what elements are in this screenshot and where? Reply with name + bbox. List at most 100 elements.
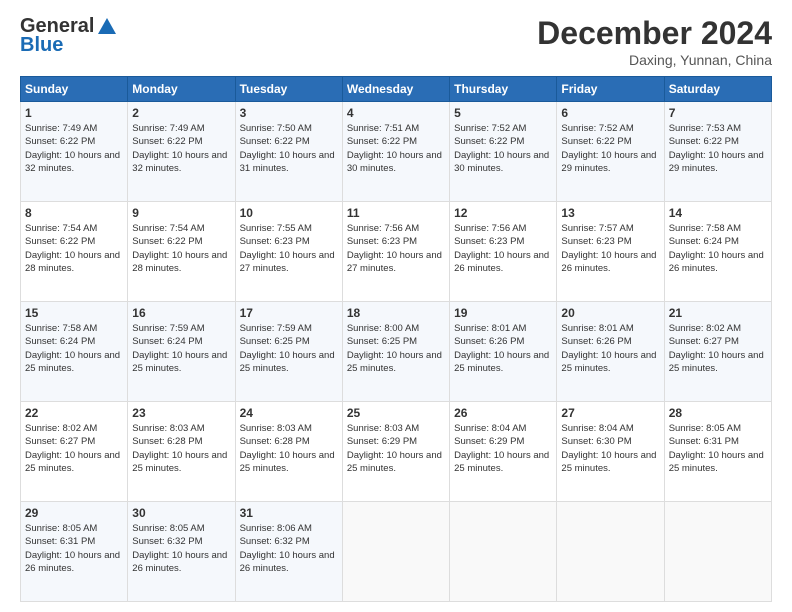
day-number: 12 (454, 206, 552, 220)
day-13: 13Sunrise: 7:57 AMSunset: 6:23 PMDayligh… (557, 202, 664, 302)
day-info: Sunrise: 7:56 AMSunset: 6:23 PMDaylight:… (454, 222, 552, 275)
day-info: Sunrise: 8:04 AMSunset: 6:29 PMDaylight:… (454, 422, 552, 475)
day-info: Sunrise: 7:52 AMSunset: 6:22 PMDaylight:… (454, 122, 552, 175)
day-number: 8 (25, 206, 123, 220)
day-8: 8 Sunrise: 7:54 AMSunset: 6:22 PMDaylight… (21, 202, 128, 302)
day-number: 3 (240, 106, 338, 120)
day-number: 6 (561, 106, 659, 120)
day-info: Sunrise: 8:05 AMSunset: 6:31 PMDaylight:… (25, 522, 123, 575)
day-info: Sunrise: 7:51 AMSunset: 6:22 PMDaylight:… (347, 122, 445, 175)
empty-cell (342, 502, 449, 602)
day-info: Sunrise: 8:02 AMSunset: 6:27 PMDaylight:… (669, 322, 767, 375)
day-number: 19 (454, 306, 552, 320)
weekday-header-row: SundayMondayTuesdayWednesdayThursdayFrid… (21, 77, 772, 102)
day-number: 21 (669, 306, 767, 320)
day-18: 18 Sunrise: 8:00 AMSunset: 6:25 PMDayligh… (342, 302, 449, 402)
logo-icon (96, 16, 118, 38)
day-number: 29 (25, 506, 123, 520)
day-11: 11 Sunrise: 7:56 AMSunset: 6:23 PMDayligh… (342, 202, 449, 302)
day-info: Sunrise: 7:58 AMSunset: 6:24 PMDaylight:… (25, 322, 123, 375)
day-number: 7 (669, 106, 767, 120)
day-info: Sunrise: 8:05 AMSunset: 6:32 PMDaylight:… (132, 522, 230, 575)
weekday-header-wednesday: Wednesday (342, 77, 449, 102)
day-info: Sunrise: 8:00 AMSunset: 6:25 PMDaylight:… (347, 322, 445, 375)
day-info: Sunrise: 8:04 AMSunset: 6:30 PMDaylight:… (561, 422, 659, 475)
day-25: 25 Sunrise: 8:03 AMSunset: 6:29 PMDayligh… (342, 402, 449, 502)
day-27: 27Sunrise: 8:04 AMSunset: 6:30 PMDayligh… (557, 402, 664, 502)
day-2: 2Sunrise: 7:49 AMSunset: 6:22 PMDaylight… (128, 102, 235, 202)
day-24: 24Sunrise: 8:03 AMSunset: 6:28 PMDayligh… (235, 402, 342, 502)
day-number: 25 (347, 406, 445, 420)
header: General Blue December 2024 Daxing, Yunna… (20, 15, 772, 68)
day-number: 5 (454, 106, 552, 120)
day-20: 20 Sunrise: 8:01 AMSunset: 6:26 PMDayligh… (557, 302, 664, 402)
day-number: 26 (454, 406, 552, 420)
day-info: Sunrise: 7:55 AMSunset: 6:23 PMDaylight:… (240, 222, 338, 275)
day-info: Sunrise: 8:01 AMSunset: 6:26 PMDaylight:… (454, 322, 552, 375)
day-number: 16 (132, 306, 230, 320)
day-number: 28 (669, 406, 767, 420)
week-row-2: 8 Sunrise: 7:54 AMSunset: 6:22 PMDaylight… (21, 202, 772, 302)
empty-cell (557, 502, 664, 602)
empty-cell (664, 502, 771, 602)
location: Daxing, Yunnan, China (537, 52, 772, 68)
day-info: Sunrise: 7:56 AMSunset: 6:23 PMDaylight:… (347, 222, 445, 275)
day-number: 18 (347, 306, 445, 320)
day-15: 15 Sunrise: 7:58 AMSunset: 6:24 PMDayligh… (21, 302, 128, 402)
day-number: 30 (132, 506, 230, 520)
day-info: Sunrise: 7:50 AMSunset: 6:22 PMDaylight:… (240, 122, 338, 175)
day-16: 16 Sunrise: 7:59 AMSunset: 6:24 PMDayligh… (128, 302, 235, 402)
day-23: 23 Sunrise: 8:03 AMSunset: 6:28 PMDayligh… (128, 402, 235, 502)
day-5: 5 Sunrise: 7:52 AMSunset: 6:22 PMDaylight… (450, 102, 557, 202)
week-row-5: 29 Sunrise: 8:05 AMSunset: 6:31 PMDayligh… (21, 502, 772, 602)
day-info: Sunrise: 8:01 AMSunset: 6:26 PMDaylight:… (561, 322, 659, 375)
weekday-header-thursday: Thursday (450, 77, 557, 102)
week-row-1: 1 Sunrise: 7:49 AMSunset: 6:22 PMDaylight… (21, 102, 772, 202)
day-info: Sunrise: 8:03 AMSunset: 6:28 PMDaylight:… (132, 422, 230, 475)
day-info: Sunrise: 7:49 AMSunset: 6:22 PMDaylight:… (132, 122, 230, 175)
title-block: December 2024 Daxing, Yunnan, China (537, 15, 772, 68)
day-number: 4 (347, 106, 445, 120)
day-22: 22 Sunrise: 8:02 AMSunset: 6:27 PMDayligh… (21, 402, 128, 502)
day-number: 31 (240, 506, 338, 520)
day-10: 10 Sunrise: 7:55 AMSunset: 6:23 PMDayligh… (235, 202, 342, 302)
day-number: 15 (25, 306, 123, 320)
day-31: 31Sunrise: 8:06 AMSunset: 6:32 PMDayligh… (235, 502, 342, 602)
day-info: Sunrise: 8:05 AMSunset: 6:31 PMDaylight:… (669, 422, 767, 475)
day-29: 29 Sunrise: 8:05 AMSunset: 6:31 PMDayligh… (21, 502, 128, 602)
day-12: 12 Sunrise: 7:56 AMSunset: 6:23 PMDayligh… (450, 202, 557, 302)
day-info: Sunrise: 8:03 AMSunset: 6:29 PMDaylight:… (347, 422, 445, 475)
day-14: 14Sunrise: 7:58 AMSunset: 6:24 PMDayligh… (664, 202, 771, 302)
day-info: Sunrise: 7:54 AMSunset: 6:22 PMDaylight:… (25, 222, 123, 275)
day-number: 10 (240, 206, 338, 220)
day-info: Sunrise: 7:52 AMSunset: 6:22 PMDaylight:… (561, 122, 659, 175)
empty-cell (450, 502, 557, 602)
day-info: Sunrise: 7:54 AMSunset: 6:22 PMDaylight:… (132, 222, 230, 275)
day-1: 1 Sunrise: 7:49 AMSunset: 6:22 PMDaylight… (21, 102, 128, 202)
weekday-header-friday: Friday (557, 77, 664, 102)
day-info: Sunrise: 8:03 AMSunset: 6:28 PMDaylight:… (240, 422, 338, 475)
day-30: 30 Sunrise: 8:05 AMSunset: 6:32 PMDayligh… (128, 502, 235, 602)
week-row-3: 15 Sunrise: 7:58 AMSunset: 6:24 PMDayligh… (21, 302, 772, 402)
day-number: 22 (25, 406, 123, 420)
day-info: Sunrise: 7:59 AMSunset: 6:25 PMDaylight:… (240, 322, 338, 375)
weekday-header-monday: Monday (128, 77, 235, 102)
logo: General Blue (20, 15, 118, 57)
day-17: 17 Sunrise: 7:59 AMSunset: 6:25 PMDayligh… (235, 302, 342, 402)
day-info: Sunrise: 7:59 AMSunset: 6:24 PMDaylight:… (132, 322, 230, 375)
day-info: Sunrise: 7:49 AMSunset: 6:22 PMDaylight:… (25, 122, 123, 175)
month-title: December 2024 (537, 15, 772, 52)
day-info: Sunrise: 8:02 AMSunset: 6:27 PMDaylight:… (25, 422, 123, 475)
day-number: 17 (240, 306, 338, 320)
day-number: 11 (347, 206, 445, 220)
day-number: 23 (132, 406, 230, 420)
day-number: 20 (561, 306, 659, 320)
weekday-header-tuesday: Tuesday (235, 77, 342, 102)
day-info: Sunrise: 7:58 AMSunset: 6:24 PMDaylight:… (669, 222, 767, 275)
calendar-page: General Blue December 2024 Daxing, Yunna… (0, 0, 792, 612)
day-19: 19 Sunrise: 8:01 AMSunset: 6:26 PMDayligh… (450, 302, 557, 402)
day-9: 9Sunrise: 7:54 AMSunset: 6:22 PMDaylight… (128, 202, 235, 302)
day-number: 13 (561, 206, 659, 220)
day-number: 1 (25, 106, 123, 120)
day-21: 21 Sunrise: 8:02 AMSunset: 6:27 PMDayligh… (664, 302, 771, 402)
